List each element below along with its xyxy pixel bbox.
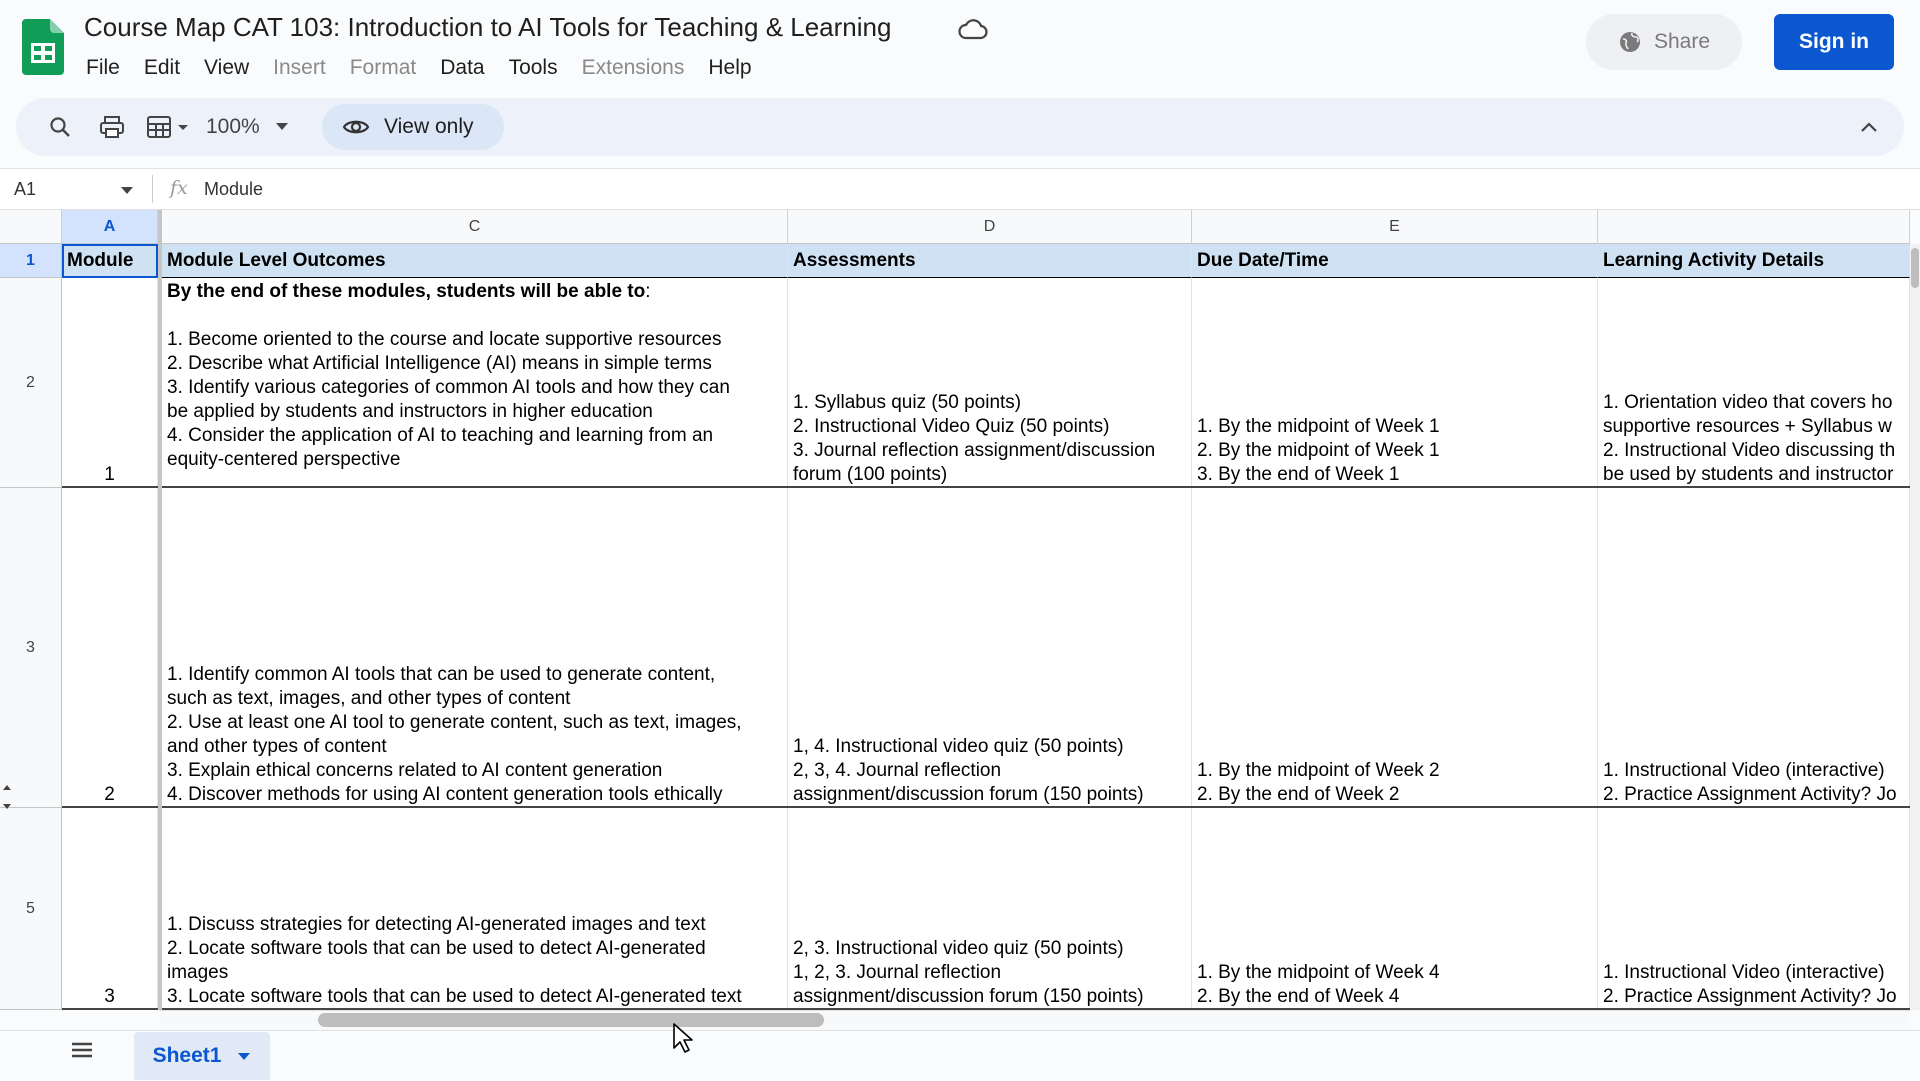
- cell-f2[interactable]: 1. Orientation video that covers ho supp…: [1598, 278, 1910, 488]
- cell-f3[interactable]: 1. Instructional Video (interactive) 2. …: [1598, 488, 1910, 808]
- menu-data[interactable]: Data: [428, 52, 496, 84]
- table-icon: [147, 116, 188, 138]
- zoom-value: 100%: [206, 115, 260, 138]
- cell-a2[interactable]: 1: [62, 278, 158, 488]
- search-menus-button[interactable]: [40, 98, 80, 156]
- cell-a3[interactable]: 2: [62, 488, 158, 808]
- row-header-5[interactable]: 5: [0, 808, 62, 1010]
- divider: [152, 175, 153, 203]
- menu-insert[interactable]: Insert: [261, 52, 338, 84]
- cell-c5[interactable]: 1. Discuss strategies for detecting AI-g…: [162, 808, 788, 1010]
- column-header-c[interactable]: C: [162, 210, 788, 244]
- vertical-scroll-thumb[interactable]: [1911, 248, 1919, 288]
- print-button[interactable]: [90, 98, 134, 156]
- horizontal-scroll-thumb[interactable]: [318, 1013, 824, 1027]
- globe-icon: [1619, 32, 1640, 52]
- menu-file[interactable]: File: [74, 52, 132, 84]
- formula-bar: A1 fx Module: [0, 168, 1920, 210]
- cell-d1[interactable]: Assessments: [788, 244, 1192, 278]
- outcomes-intro: By the end of these modules, students wi…: [167, 281, 651, 302]
- sign-in-button[interactable]: Sign in: [1774, 14, 1894, 70]
- column-header-d[interactable]: D: [788, 210, 1192, 244]
- row-header-2[interactable]: 2: [0, 278, 62, 488]
- zoom-select[interactable]: 100%: [206, 98, 290, 156]
- all-sheets-menu-icon[interactable]: [70, 1040, 94, 1060]
- cell-f1[interactable]: Learning Activity Details: [1598, 244, 1910, 278]
- row-header-3[interactable]: 3: [0, 488, 62, 808]
- frozen-column-divider[interactable]: [158, 210, 162, 1010]
- sheet-tab-label: Sheet1: [152, 1044, 222, 1067]
- chevron-down-icon[interactable]: [237, 1051, 251, 1061]
- cell-d2[interactable]: 1. Syllabus quiz (50 points) 2. Instruct…: [788, 278, 1192, 488]
- cell-e3[interactable]: 1. By the midpoint of Week 2 2. By the e…: [1192, 488, 1598, 808]
- column-header-e[interactable]: E: [1192, 210, 1598, 244]
- vertical-scrollbar[interactable]: [1910, 244, 1920, 1010]
- formula-input[interactable]: Module: [204, 169, 263, 209]
- menu-bar: File Edit View Insert Format Data Tools …: [74, 52, 764, 84]
- row-header-1[interactable]: 1: [0, 244, 62, 278]
- function-icon: fx: [170, 177, 188, 199]
- cell-d5[interactable]: 2, 3. Instructional video quiz (50 point…: [788, 808, 1192, 1010]
- cell-e1[interactable]: Due Date/Time: [1192, 244, 1598, 278]
- cell-a1[interactable]: Module: [62, 244, 158, 278]
- menu-format[interactable]: Format: [338, 52, 429, 84]
- menu-extensions[interactable]: Extensions: [570, 52, 697, 84]
- menu-tools[interactable]: Tools: [497, 52, 570, 84]
- eye-icon: [342, 120, 370, 134]
- menu-view[interactable]: View: [192, 52, 261, 84]
- share-label: Share: [1653, 30, 1711, 53]
- spreadsheet-grid[interactable]: A C D E 1 2 3 5 Module Module Level Outc…: [0, 210, 1910, 1010]
- column-header-f[interactable]: [1598, 210, 1910, 244]
- menu-edit[interactable]: Edit: [132, 52, 192, 84]
- sheet-tab-sheet1[interactable]: Sheet1: [134, 1032, 270, 1080]
- menu-help[interactable]: Help: [696, 52, 763, 84]
- cell-f5[interactable]: 1. Instructional Video (interactive) 2. …: [1598, 808, 1910, 1010]
- print-icon: [100, 116, 124, 138]
- format-table-button[interactable]: [140, 98, 200, 156]
- document-title[interactable]: Course Map CAT 103: Introduction to AI T…: [84, 12, 891, 43]
- share-button[interactable]: Share: [1586, 14, 1742, 70]
- column-header-a[interactable]: A: [62, 210, 158, 244]
- name-box[interactable]: A1: [14, 169, 36, 209]
- outcomes-list: 1. Become oriented to the course and loc…: [167, 329, 730, 470]
- collapse-toolbar-button[interactable]: [1854, 98, 1884, 156]
- cell-c3[interactable]: 1. Identify common AI tools that can be …: [162, 488, 788, 808]
- sheets-logo-icon[interactable]: [22, 19, 64, 75]
- cell-e2[interactable]: 1. By the midpoint of Week 1 2. By the m…: [1192, 278, 1598, 488]
- view-only-button[interactable]: View only: [322, 104, 504, 150]
- view-only-label: View only: [384, 115, 474, 138]
- cell-c1[interactable]: Module Level Outcomes: [162, 244, 788, 278]
- cell-d3[interactable]: 1, 4. Instructional video quiz (50 point…: [788, 488, 1192, 808]
- chevron-down-icon: [275, 123, 288, 130]
- search-icon: [50, 117, 70, 137]
- chevron-down-icon[interactable]: [120, 185, 134, 195]
- sheet-tabs-bar: [0, 1030, 1920, 1081]
- cloud-saved-icon[interactable]: [958, 18, 988, 42]
- cell-c2[interactable]: By the end of these modules, students wi…: [162, 278, 788, 488]
- toolbar: 100% View only: [16, 98, 1904, 156]
- select-all-corner[interactable]: [0, 210, 62, 244]
- chevron-up-icon: [1861, 122, 1877, 132]
- cell-a5[interactable]: 3: [62, 808, 158, 1010]
- mouse-cursor-icon: [673, 1023, 693, 1053]
- hidden-rows-arrow-icon[interactable]: [2, 782, 12, 812]
- cell-e5[interactable]: 1. By the midpoint of Week 4 2. By the e…: [1192, 808, 1598, 1010]
